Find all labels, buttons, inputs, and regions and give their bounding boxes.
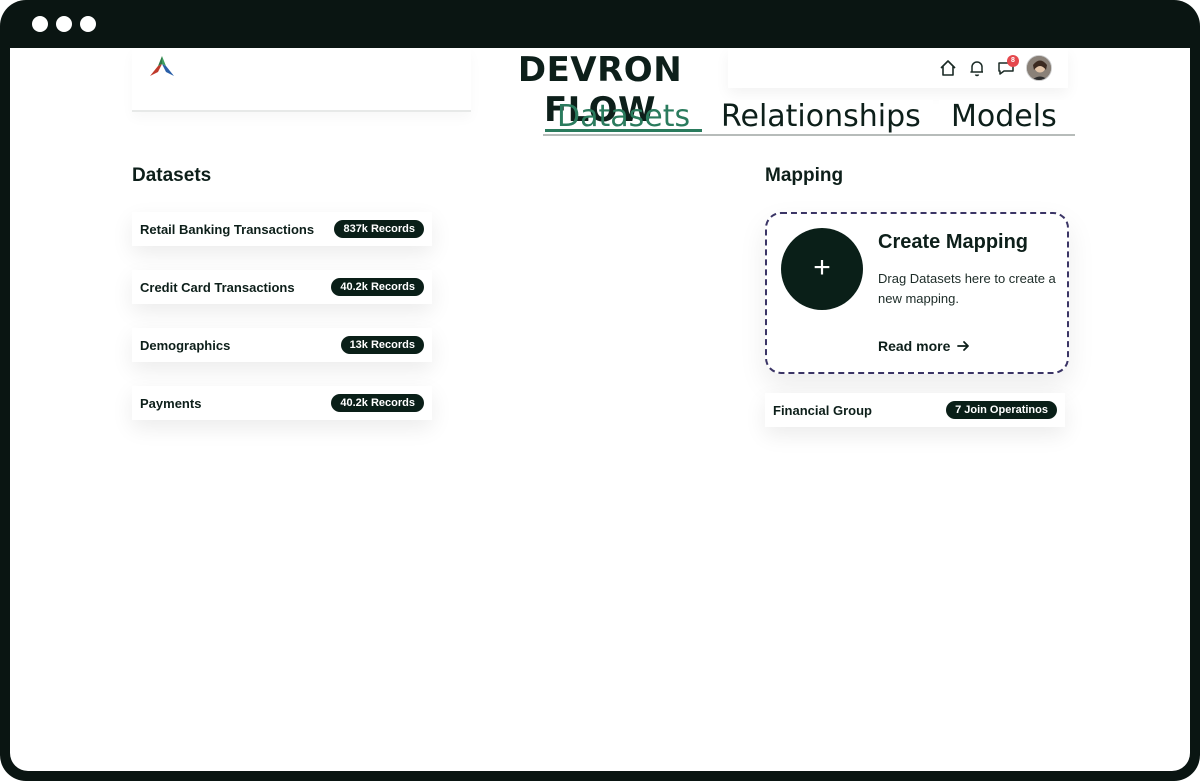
dataset-item[interactable]: Credit Card Transactions 40.2k Records [132,270,432,304]
header-icon-bar [728,48,1068,88]
add-mapping-button[interactable]: + [781,228,863,310]
create-mapping-description: Drag Datasets here to create a new mappi… [878,271,1056,306]
records-badge: 837k Records [334,220,424,238]
dataset-name: Payments [140,395,202,411]
read-more-label: Read more [878,338,951,354]
brand-title: DEVRON FLOW [517,50,683,130]
create-mapping-title: Create Mapping [878,231,1029,253]
window-dot-close[interactable] [32,16,48,32]
mapping-group-item[interactable]: Financial Group 7 Join Operatinos [765,393,1065,427]
join-operations-badge: 7 Join Operatinos [946,401,1057,419]
dataset-name: Retail Banking Transactions [140,221,315,237]
dataset-item[interactable]: Retail Banking Transactions 837k Records [132,212,432,246]
logo-card [132,48,471,112]
window-controls [32,16,96,32]
dataset-item[interactable]: Payments 40.2k Records [132,386,432,420]
home-icon[interactable] [938,58,958,78]
tab-relationships[interactable]: Relationships [709,100,933,134]
records-badge: 13k Records [340,336,424,354]
tab-datasets[interactable]: Datasets [545,100,703,134]
bell-icon[interactable] [967,58,987,78]
avatar[interactable] [1026,55,1052,81]
page-viewport: DEVRON FLOW 8 Datasets Relationships Mod… [10,48,1190,771]
dataset-name: Demographics [140,337,231,353]
notification-badge: 8 [1007,55,1019,67]
mapping-heading: Mapping [765,165,844,186]
records-badge: 40.2k Records [331,394,424,412]
tab-bar: Datasets Relationships Models [543,100,1075,136]
dataset-name: Credit Card Transactions [140,279,295,295]
window-dot-maximize[interactable] [80,16,96,32]
dataset-item[interactable]: Demographics 13k Records [132,328,432,362]
arrow-right-icon [957,341,970,351]
mapping-group-name: Financial Group [773,402,872,418]
read-more-link[interactable]: Read more [878,338,970,354]
create-mapping-dropzone[interactable]: + Create Mapping Drag Datasets here to c… [765,212,1069,374]
browser-window: DEVRON FLOW 8 Datasets Relationships Mod… [0,0,1200,781]
records-badge: 40.2k Records [331,278,424,296]
datasets-heading: Datasets [132,165,212,186]
window-dot-minimize[interactable] [56,16,72,32]
tab-models[interactable]: Models [939,100,1069,134]
brand-logo-icon[interactable] [148,54,176,80]
